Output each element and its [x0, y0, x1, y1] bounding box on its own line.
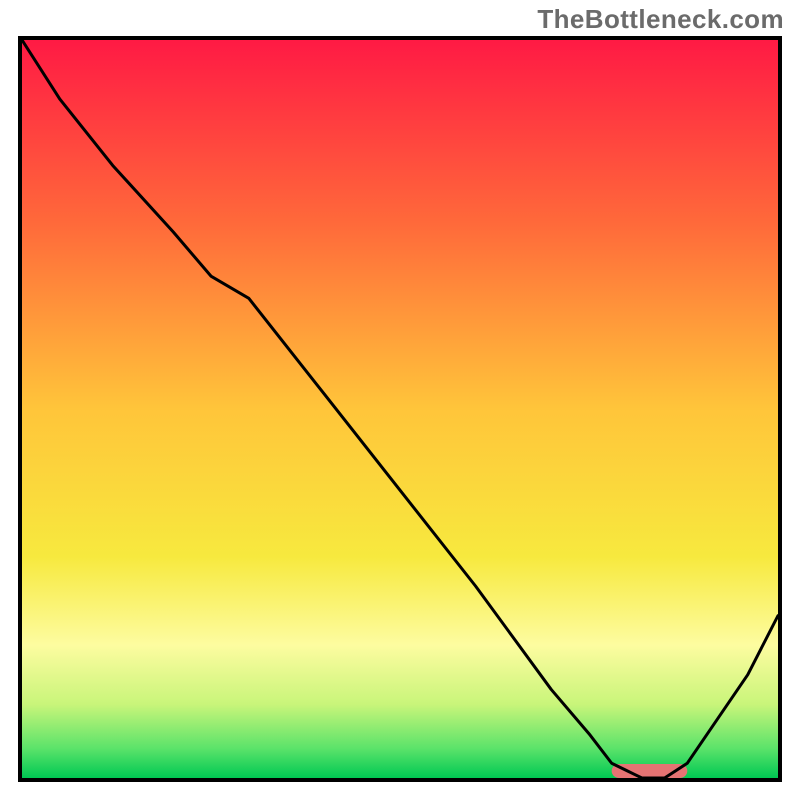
- main-curve: [22, 40, 778, 778]
- plot-border: [18, 36, 782, 782]
- curve-layer: [22, 40, 778, 778]
- chart-frame: TheBottleneck.com: [0, 0, 800, 800]
- plot-area: [22, 40, 778, 778]
- watermark-text: TheBottleneck.com: [537, 4, 784, 35]
